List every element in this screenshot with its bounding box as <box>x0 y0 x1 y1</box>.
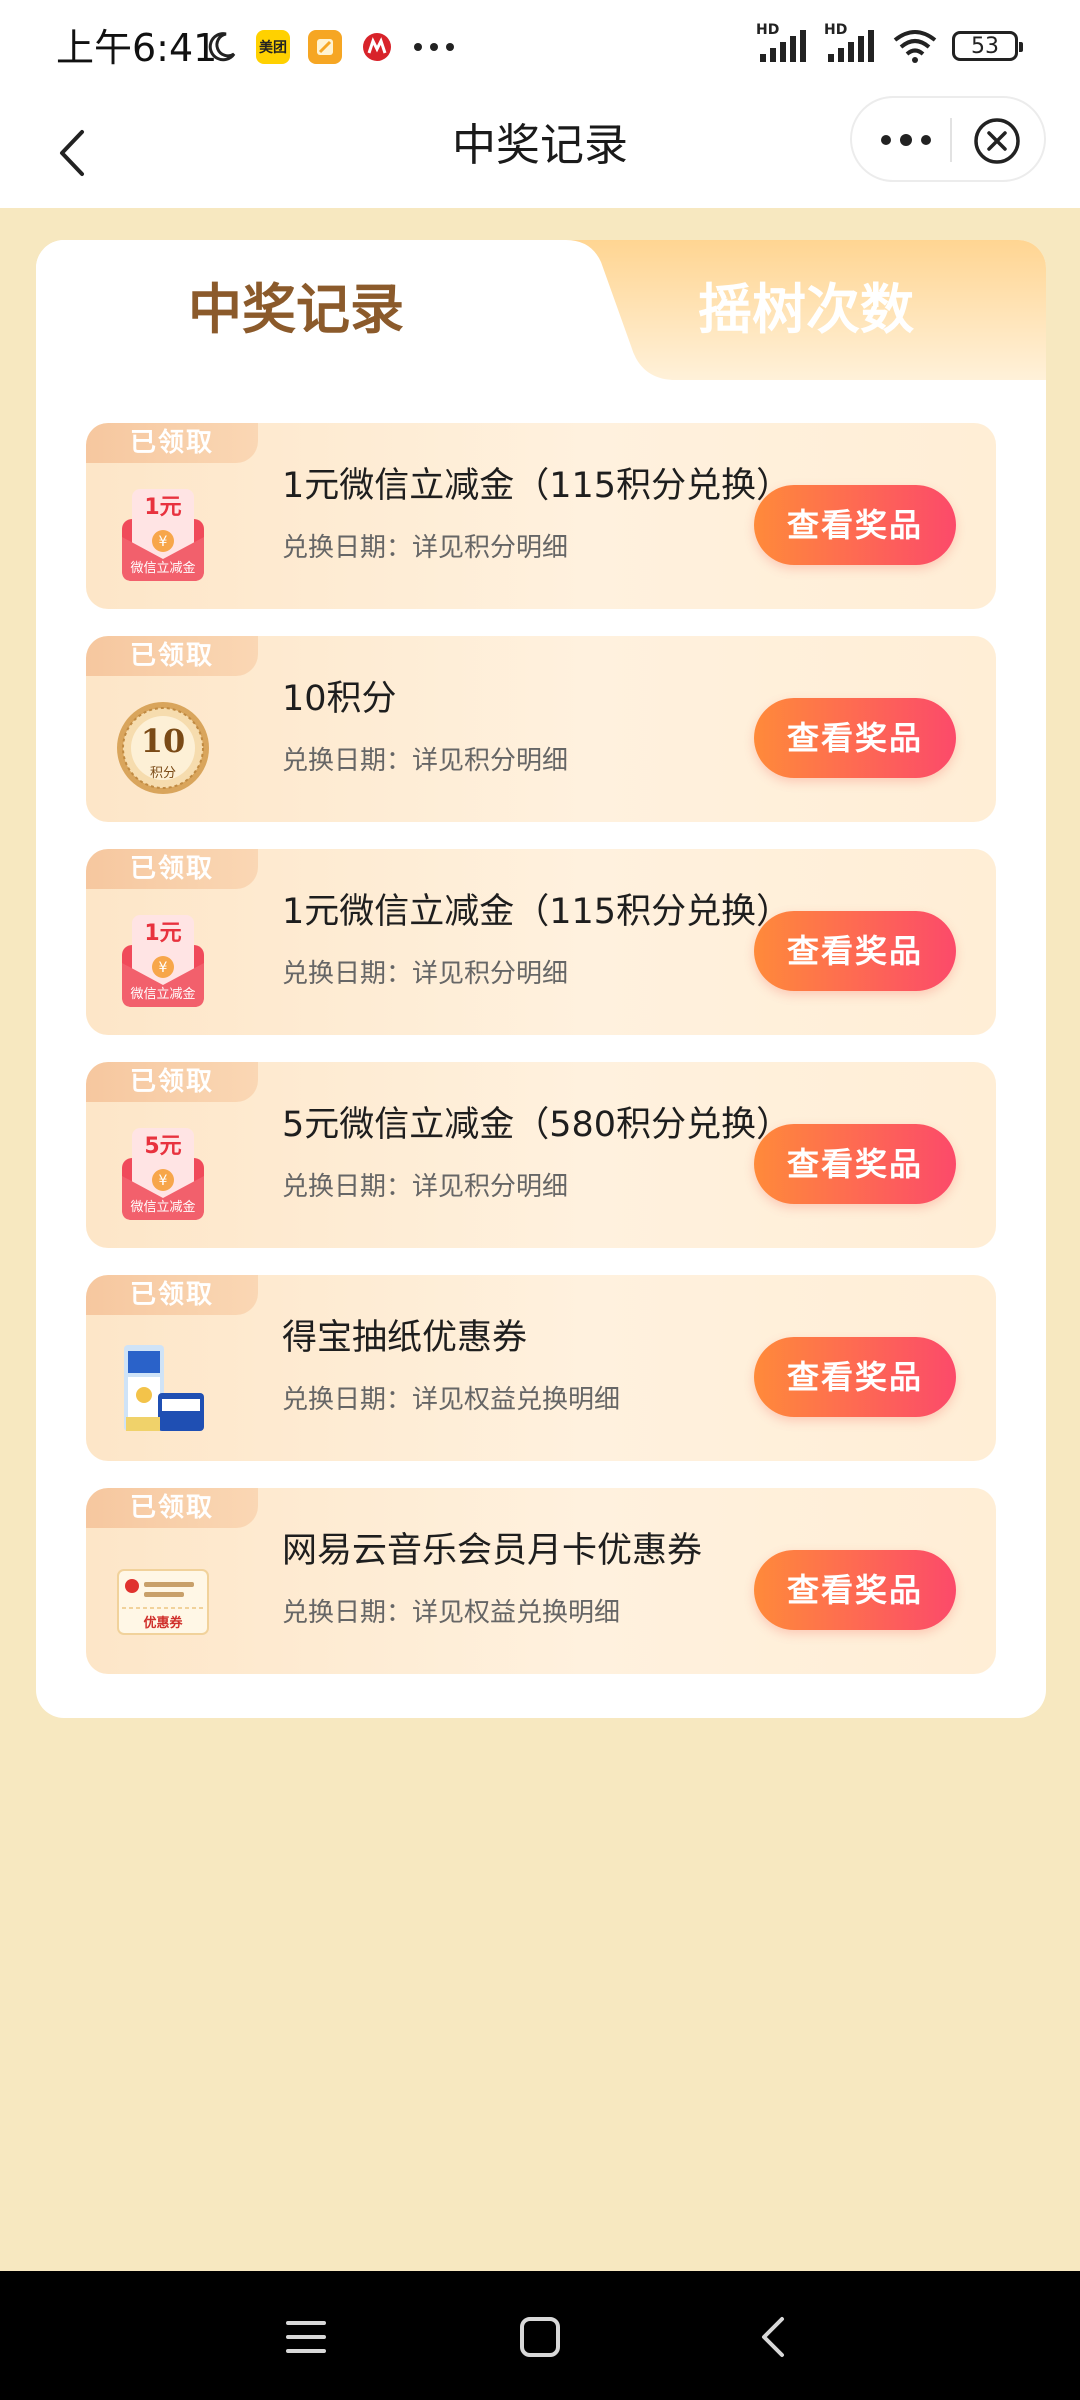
claimed-badge: 已领取 <box>86 423 258 463</box>
view-prize-button[interactable]: 查看奖品 <box>754 1124 956 1204</box>
prize-item: 已领取 得宝抽纸优惠券 兑换日期：详见权益兑换明细 查看奖品 <box>86 1275 996 1461</box>
coupon-amount: 1元 <box>144 921 182 946</box>
points-coin-icon: 10 积分 <box>116 698 210 798</box>
coupon-ticket-icon: 优惠券 <box>116 1550 210 1650</box>
claimed-badge: 已领取 <box>86 849 258 889</box>
coin-amount: 10 <box>140 722 186 760</box>
prize-item: 已领取 优惠券 网易云音乐会员月卡优惠券 兑换日期：详见权益兑换明细 查看奖品 <box>86 1488 996 1674</box>
ticket-caption: 优惠券 <box>143 1616 183 1631</box>
menu-icon[interactable] <box>276 2307 336 2367</box>
close-circle-icon[interactable] <box>972 116 1022 166</box>
coupon-caption: 微信立减金 <box>130 561 196 576</box>
prize-item: 已领取 10 积分 10积分 兑换日期：详见积分明细 查看奖品 <box>86 636 996 822</box>
claimed-badge: 已领取 <box>86 636 258 676</box>
prize-date: 兑换日期：详见积分明细 <box>282 1172 569 1202</box>
meituan-app-label: 美团 <box>259 40 287 56</box>
claimed-badge: 已领取 <box>86 1275 258 1315</box>
back-icon[interactable] <box>744 2307 804 2367</box>
tab-shake-count[interactable]: 摇树次数 <box>566 270 1046 350</box>
more-options-icon[interactable] <box>878 122 934 158</box>
miniprogram-capsule <box>850 96 1046 182</box>
wechat-coupon-icon: ¥ 5元 微信立减金 <box>116 1124 210 1224</box>
home-icon[interactable] <box>510 2307 570 2367</box>
more-dots-icon <box>414 43 454 51</box>
view-prize-button[interactable]: 查看奖品 <box>754 698 956 778</box>
prize-date: 兑换日期：详见权益兑换明细 <box>282 1385 621 1415</box>
prize-title: 1元微信立减金（115积分兑换） <box>282 466 792 506</box>
view-prize-button[interactable]: 查看奖品 <box>754 485 956 565</box>
battery-level: 53 <box>971 33 999 59</box>
prize-title: 网易云音乐会员月卡优惠券 <box>282 1531 703 1571</box>
status-system-icons: HD HD 53 <box>756 22 1023 64</box>
claimed-badge: 已领取 <box>86 1488 258 1528</box>
status-bar: 上午6:41 美团 HD HD 53 <box>0 0 1080 96</box>
claimed-badge: 已领取 <box>86 1062 258 1102</box>
view-prize-button[interactable]: 查看奖品 <box>754 1337 956 1417</box>
coupon-amount: 5元 <box>144 1134 182 1159</box>
status-time: 上午6:41 <box>56 26 218 70</box>
svg-text:¥: ¥ <box>159 960 168 976</box>
wechat-coupon-icon: ¥ 1元 微信立减金 <box>116 485 210 585</box>
prize-item: 已领取 ¥ 1元 微信立减金 1元微信立减金（115积分兑换） 兑换日期：详见积… <box>86 423 996 609</box>
prize-list: 已领取 ¥ 1元 微信立减金 1元微信立减金（115积分兑换） 兑换日期：详见积… <box>86 423 996 1701</box>
status-app-icons: 美团 <box>204 30 456 64</box>
wechat-coupon-icon: ¥ 1元 微信立减金 <box>116 911 210 1011</box>
records-card: 中奖记录 摇树次数 已领取 ¥ 1元 微信立减金 1元微信立减金（115积分兑换… <box>36 240 1046 1718</box>
meituan-app-icon: 美团 <box>256 30 290 64</box>
svg-text:¥: ¥ <box>159 1173 168 1189</box>
wifi-icon <box>893 30 937 63</box>
tab-prize-records[interactable]: 中奖记录 <box>56 270 536 350</box>
prize-item: 已领取 ¥ 5元 微信立减金 5元微信立减金（580积分兑换） 兑换日期：详见积… <box>86 1062 996 1248</box>
coupon-amount: 1元 <box>144 495 182 520</box>
prize-date: 兑换日期：详见积分明细 <box>282 959 569 989</box>
notes-app-icon <box>308 30 342 64</box>
prize-date: 兑换日期：详见积分明细 <box>282 533 569 563</box>
signal-icon-1: HD <box>756 22 810 64</box>
prize-title: 10积分 <box>282 679 397 719</box>
prize-title: 得宝抽纸优惠券 <box>282 1318 528 1358</box>
coupon-caption: 微信立减金 <box>130 987 196 1002</box>
coupon-caption: 微信立减金 <box>130 1200 196 1215</box>
bank-app-icon <box>360 30 394 64</box>
prize-item: 已领取 ¥ 1元 微信立减金 1元微信立减金（115积分兑换） 兑换日期：详见积… <box>86 849 996 1035</box>
moon-icon <box>208 32 236 62</box>
prize-date: 兑换日期：详见积分明细 <box>282 746 569 776</box>
nav-bar: 中奖记录 <box>0 96 1080 208</box>
tissue-product-icon <box>116 1337 210 1437</box>
coin-caption: 积分 <box>149 766 176 781</box>
prize-title: 1元微信立减金（115积分兑换） <box>282 892 792 932</box>
view-prize-button[interactable]: 查看奖品 <box>754 1550 956 1630</box>
prize-date: 兑换日期：详见权益兑换明细 <box>282 1598 621 1628</box>
signal-icon-2: HD <box>824 22 878 64</box>
system-navigation-bar <box>0 2271 1080 2400</box>
prize-title: 5元微信立减金（580积分兑换） <box>282 1105 792 1145</box>
svg-text:¥: ¥ <box>159 534 168 550</box>
view-prize-button[interactable]: 查看奖品 <box>754 911 956 991</box>
battery-indicator: 53 <box>952 31 1023 61</box>
capsule-divider <box>950 118 952 162</box>
